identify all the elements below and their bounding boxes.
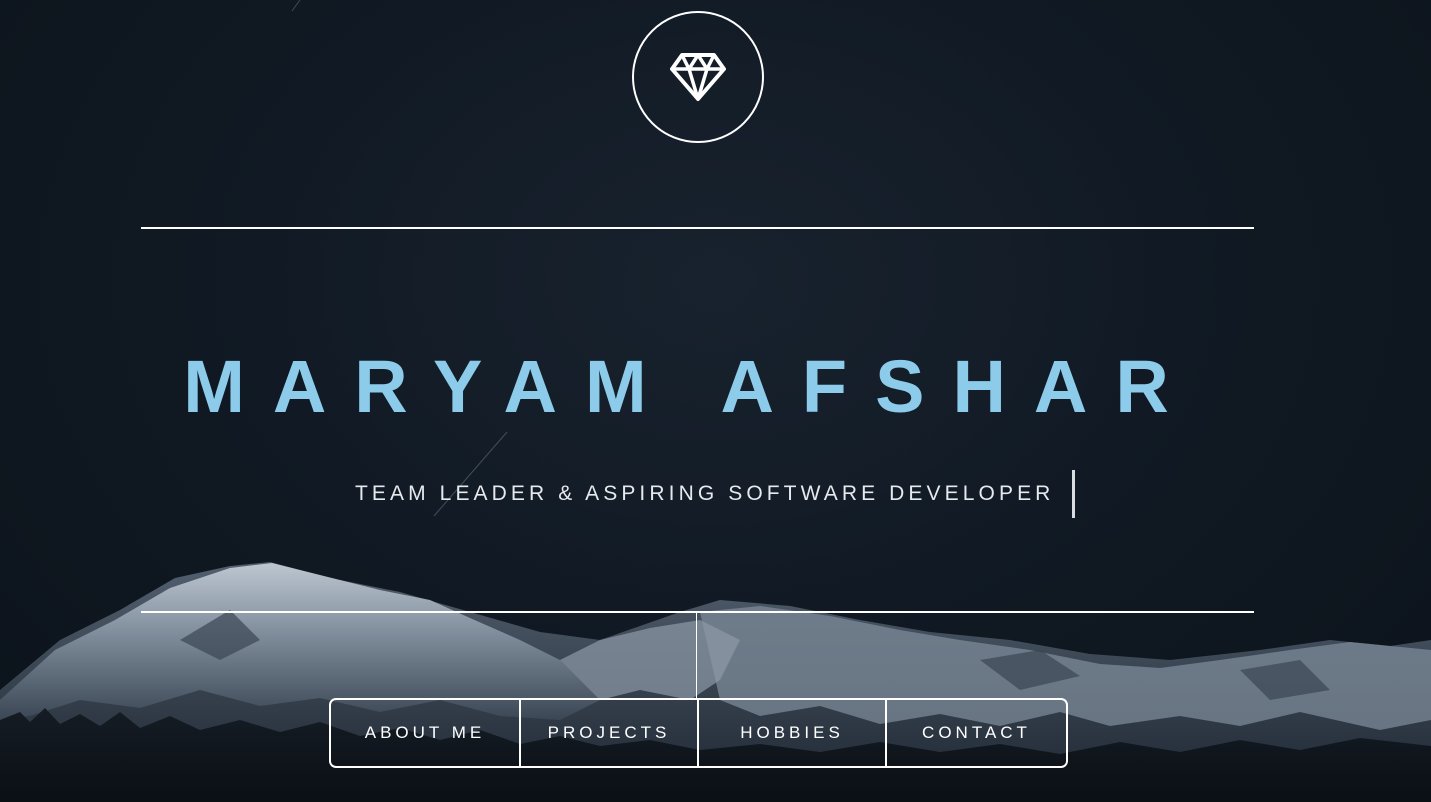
hero-name: MARYAM AFSHAR xyxy=(183,345,1197,428)
main-nav: ABOUT ME PROJECTS HOBBIES CONTACT xyxy=(329,698,1068,768)
typing-cursor xyxy=(1072,470,1076,518)
diamond-icon xyxy=(670,53,726,101)
tagline-container: TEAM LEADER & ASPIRING SOFTWARE DEVELOPE… xyxy=(355,470,1076,518)
hero-section: MARYAM AFSHAR TEAM LEADER & ASPIRING SOF… xyxy=(0,0,1431,802)
center-connector-line xyxy=(696,613,697,698)
nav-projects[interactable]: PROJECTS xyxy=(519,700,697,766)
hero-tagline: TEAM LEADER & ASPIRING SOFTWARE DEVELOPE… xyxy=(355,482,1055,505)
top-divider xyxy=(141,227,1254,229)
bottom-divider xyxy=(141,611,1254,613)
logo-circle[interactable] xyxy=(632,11,764,143)
nav-contact[interactable]: CONTACT xyxy=(885,700,1066,766)
nav-hobbies[interactable]: HOBBIES xyxy=(697,700,885,766)
nav-about-me[interactable]: ABOUT ME xyxy=(331,700,519,766)
